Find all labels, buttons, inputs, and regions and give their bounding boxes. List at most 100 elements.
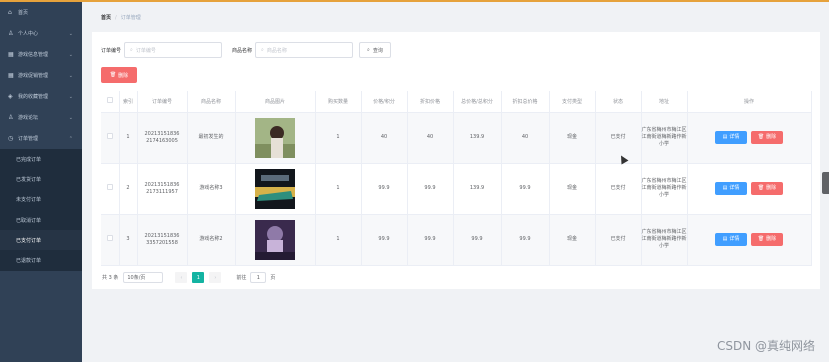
cell-actions: ▤ 详情 🗑 删除 [687, 214, 812, 266]
sidebar-item-forum[interactable]: ♙ 游戏论坛 ⌄ [0, 107, 82, 128]
cell-actions: ▤ 详情 🗑 删除 [687, 112, 812, 164]
user-icon: ♙ [8, 30, 14, 37]
cell-discount-total: 40 [501, 112, 550, 164]
pager-total: 共 3 条 [102, 275, 119, 281]
breadcrumb-current: 订单管理 [120, 15, 141, 21]
page-unit-label: 页 [270, 275, 276, 281]
cell-pay-type: 现金 [549, 112, 596, 164]
sidebar-item-game-promo[interactable]: ▦ 游戏促销管理 ⌄ [0, 65, 82, 86]
delete-button[interactable]: 🗑 删除 [751, 182, 783, 195]
sidebar-item-home[interactable]: ⌂ 首页 [0, 2, 82, 23]
order-no-input[interactable]: ⌕ 订单编号 [124, 42, 223, 58]
row-checkbox[interactable] [101, 112, 120, 164]
row-checkbox[interactable] [101, 214, 120, 266]
user-icon: ♙ [8, 114, 14, 121]
cell-status: 已支付 [595, 163, 642, 215]
breadcrumb-home[interactable]: 首页 [101, 15, 111, 21]
chevron-down-icon: ⌄ [68, 114, 73, 121]
cell-index: 1 [119, 112, 138, 164]
doc-icon: ▤ [722, 134, 728, 140]
cell-qty: 1 [315, 163, 362, 215]
delete-button-label: 删除 [766, 185, 777, 191]
cell-total: 139.9 [453, 112, 502, 164]
batch-delete-label: 删除 [118, 72, 129, 79]
col-header: 购买数量 [315, 91, 362, 113]
col-header: 总价格/总积分 [453, 91, 502, 113]
product-image [255, 219, 295, 260]
order-card: 订单编号 ⌕ 订单编号 商品名称 ⌕ 商品名称 ⌕ 查询 🗑 删除 索引 订单编… [92, 32, 820, 289]
cell-index: 3 [119, 214, 138, 266]
chevron-down-icon: ⌄ [68, 51, 73, 58]
cell-pay-type: 现金 [549, 163, 596, 215]
sidebar-subitem-unpaid[interactable]: 未支付订单 [0, 189, 82, 210]
delete-button-label: 删除 [766, 134, 777, 140]
sidebar-item-game-info[interactable]: ▦ 游戏信息管理 ⌄ [0, 44, 82, 65]
query-button[interactable]: ⌕ 查询 [359, 42, 391, 58]
select-all-checkbox[interactable] [101, 91, 120, 113]
detail-button[interactable]: ▤ 详情 [715, 131, 747, 144]
trash-icon: 🗑 [757, 185, 765, 191]
detail-button-label: 详情 [729, 185, 740, 191]
sidebar-subitem-refunded[interactable]: 已退款订单 [0, 250, 82, 271]
col-header: 价格/积分 [361, 91, 408, 113]
cell-order-no: 20213151836 3357201558 [137, 214, 188, 266]
search-icon: ⌕ [367, 47, 370, 53]
cell-discount: 40 [407, 112, 454, 164]
cell-name: 游戏名称2 [187, 214, 236, 266]
cell-discount-total: 99.9 [501, 163, 550, 215]
cell-image [235, 112, 316, 164]
prev-page-button[interactable]: ‹ [175, 272, 188, 283]
col-header: 索引 [119, 91, 138, 113]
cell-qty: 1 [315, 112, 362, 164]
page-size-value: 10条/页 [127, 275, 146, 281]
sidebar-item-favorites[interactable]: ◈ 我的收藏管理 ⌄ [0, 86, 82, 107]
detail-button-label: 详情 [729, 134, 740, 140]
cell-price: 99.9 [361, 163, 408, 215]
col-header: 状态 [595, 91, 642, 113]
col-header: 商品名称 [187, 91, 236, 113]
side-collapse-handle[interactable] [822, 172, 829, 194]
sidebar-subitem-shipped[interactable]: 已发货订单 [0, 169, 82, 190]
cell-image [235, 163, 316, 215]
cell-status: 已支付 [595, 112, 642, 164]
watermark: CSDN @真纯网络 [716, 339, 815, 353]
table-header-row: 索引 订单编号 商品名称 商品图片 购买数量 价格/积分 折扣价格 总价格/总积… [101, 91, 812, 113]
sidebar-item-label: 游戏信息管理 [18, 52, 49, 58]
page-size-select[interactable]: 10条/页 [123, 272, 164, 283]
page-number-current[interactable]: 1 [192, 272, 205, 283]
clock-icon: ◷ [8, 135, 14, 142]
chevron-down-icon: ⌄ [68, 72, 73, 79]
detail-button[interactable]: ▤ 详情 [715, 182, 747, 195]
sidebar-subitem-cancelled[interactable]: 已取消订单 [0, 209, 82, 231]
batch-delete-button[interactable]: 🗑 删除 [101, 67, 137, 83]
search-row: 订单编号 ⌕ 订单编号 商品名称 ⌕ 商品名称 ⌕ 查询 [101, 42, 391, 58]
sidebar-subitem-paid[interactable]: 已支付订单 [0, 230, 82, 251]
delete-button[interactable]: 🗑 删除 [751, 131, 783, 144]
delete-button[interactable]: 🗑 删除 [751, 233, 783, 246]
goto-label: 前往 [236, 275, 247, 281]
sidebar-item-label: 游戏促销管理 [18, 73, 49, 79]
delete-button-label: 删除 [766, 236, 777, 242]
sidebar-item-label: 订单管理 [18, 136, 39, 142]
row-checkbox[interactable] [101, 163, 120, 215]
col-header: 商品图片 [235, 91, 316, 113]
cell-pay-type: 现金 [549, 214, 596, 266]
pagination: 共 3 条 10条/页 ‹ 1 › 前往 1 页 [102, 272, 275, 283]
query-button-label: 查询 [372, 47, 383, 54]
sidebar-item-orders[interactable]: ◷ 订单管理 ⌃ [0, 128, 82, 149]
cell-qty: 1 [315, 214, 362, 266]
goto-page-input[interactable]: 1 [250, 272, 267, 283]
product-name-input[interactable]: ⌕ 商品名称 [255, 42, 354, 58]
cell-actions: ▤ 详情 🗑 删除 [687, 163, 812, 215]
col-header: 地址 [641, 91, 688, 113]
cell-total: 99.9 [453, 214, 502, 266]
detail-button[interactable]: ▤ 详情 [715, 233, 747, 246]
grid-icon: ▦ [8, 51, 14, 58]
cell-status: 已支付 [595, 214, 642, 266]
cell-address: 广东省梅州市梅江区江南街道梅新路作新小学 [641, 112, 688, 164]
chevron-down-icon: ⌄ [68, 93, 73, 100]
sidebar-item-personal[interactable]: ♙ 个人中心 ⌄ [0, 23, 82, 44]
sidebar-subitem-completed[interactable]: 已完成订单 [0, 149, 82, 170]
next-page-button[interactable]: › [209, 272, 222, 283]
cell-address: 广东省梅州市梅江区江南街道梅新路作新小学 [641, 214, 688, 266]
